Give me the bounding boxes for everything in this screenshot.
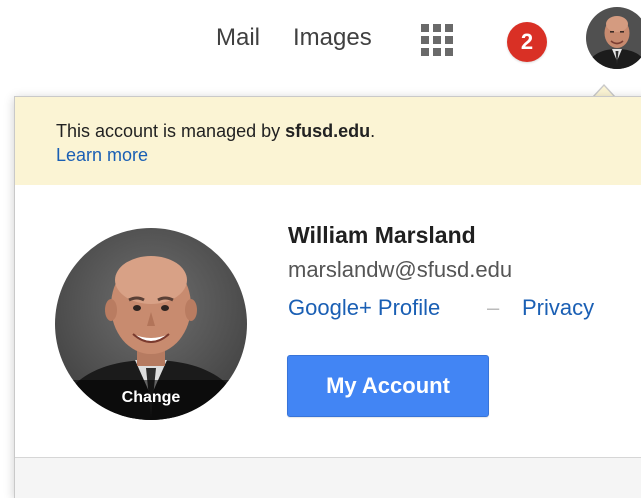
account-popup: This account is managed by sfusd.edu. Le… (14, 96, 641, 498)
images-link[interactable]: Images (293, 24, 372, 52)
account-avatar-button[interactable] (586, 7, 641, 69)
managed-text-prefix: This account is managed by (56, 121, 286, 141)
managed-domain: sfusd.edu (285, 121, 371, 141)
mail-link[interactable]: Mail (216, 24, 260, 52)
my-account-button[interactable]: My Account (287, 355, 489, 417)
managed-account-banner: This account is managed by sfusd.edu. Le… (15, 97, 641, 185)
managed-text-suffix: . (370, 121, 376, 141)
user-email: marslandw@sfusd.edu (288, 257, 513, 282)
profile-avatar[interactable]: Change (55, 228, 247, 420)
popup-footer (15, 457, 641, 498)
privacy-link[interactable]: Privacy (522, 295, 594, 321)
change-photo-button[interactable]: Change (55, 380, 247, 420)
notification-badge[interactable]: 2 (507, 22, 547, 62)
apps-grid-icon[interactable] (421, 24, 453, 56)
link-separator: – (487, 295, 500, 320)
learn-more-link[interactable]: Learn more (56, 145, 148, 166)
google-plus-profile-link[interactable]: Google+ Profile (288, 295, 440, 321)
managed-account-text: This account is managed by sfusd.edu. (56, 121, 375, 142)
user-name: William Marsland (288, 222, 476, 248)
user-photo-icon (586, 7, 641, 69)
top-bar: Mail Images 2 (0, 0, 641, 80)
